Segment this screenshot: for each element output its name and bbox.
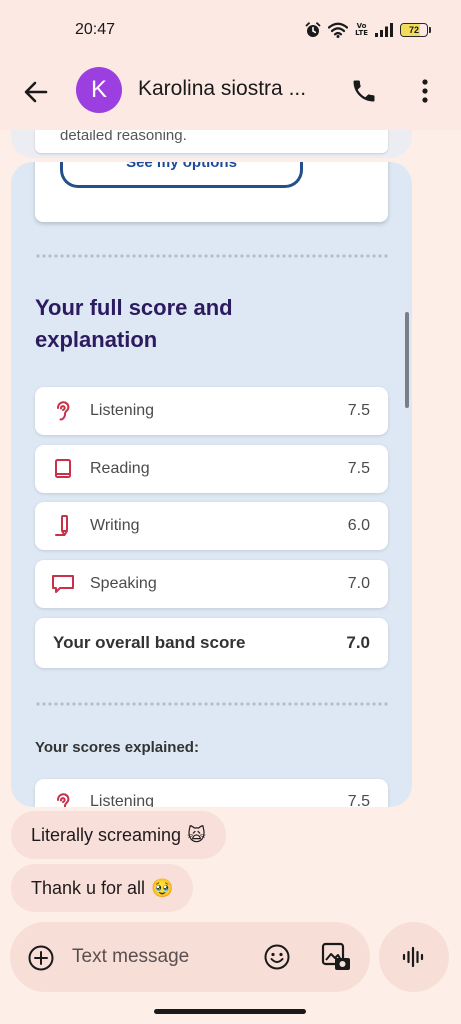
battery-tip [429, 27, 431, 33]
message-emoji: 🙀 [187, 824, 206, 846]
score-label: Reading [90, 460, 150, 477]
compose-bar: Text message [10, 922, 370, 992]
previous-text: detailed reasoning. [60, 130, 187, 144]
score-value: 7.0 [347, 575, 370, 592]
avatar-letter: K [90, 76, 107, 103]
signal-icon [375, 23, 393, 37]
dotted-divider [35, 254, 388, 258]
score-label: Speaking [90, 575, 157, 592]
book-icon [55, 459, 71, 478]
score-value: 7.5 [347, 793, 370, 807]
previous-image-message[interactable]: detailed reasoning. [11, 130, 412, 158]
image-message[interactable]: See my options Your full score and expla… [11, 162, 412, 807]
overall-value: 7.0 [346, 633, 370, 652]
score-row-writing: Writing 6.0 [35, 502, 388, 550]
section-title: Your full score and explanation [35, 295, 233, 352]
message-text: Literally screaming [31, 824, 182, 845]
see-options-button: See my options [60, 162, 303, 188]
status-icons: Vo LTE 72 [305, 20, 431, 40]
wifi-icon [328, 22, 349, 38]
overall-label: Your overall band score [53, 633, 246, 652]
score-row-speaking: Speaking 7.0 [35, 560, 388, 608]
message-emoji: 🥹 [151, 877, 174, 899]
back-arrow-icon[interactable] [22, 78, 50, 106]
score-label: Listening [90, 793, 155, 807]
phone-icon[interactable] [350, 77, 378, 105]
score-value: 6.0 [347, 517, 370, 534]
message-bubble[interactable]: Thank u for all 🥹 [11, 864, 194, 912]
speech-bubble-icon [52, 575, 74, 593]
previous-card: detailed reasoning. [35, 130, 388, 153]
battery-level: 72 [408, 25, 419, 35]
volte-icon: Vo LTE [355, 22, 368, 37]
message-input[interactable]: Text message [72, 946, 189, 968]
scrollbar [405, 312, 409, 408]
add-circle-icon[interactable] [27, 944, 55, 972]
avatar[interactable]: K [76, 67, 122, 113]
score-row-reading: Reading 7.5 [35, 445, 388, 493]
navigation-handle[interactable] [154, 1009, 306, 1014]
status-time: 20:47 [75, 21, 116, 38]
overall-score-row: Your overall band score 7.0 [35, 618, 388, 668]
contact-name[interactable]: Karolina siostra ... [138, 77, 306, 101]
voice-message-button[interactable] [379, 922, 449, 992]
message-bubble[interactable]: Literally screaming 🙀 [11, 811, 226, 859]
voice-waveform-icon [402, 946, 424, 968]
options-card: See my options [35, 162, 388, 222]
dotted-divider [35, 702, 388, 706]
gallery-icon[interactable] [320, 941, 352, 973]
more-vert-icon[interactable] [414, 78, 436, 104]
message-text: Thank u for all [31, 877, 146, 898]
status-bar: 20:47 Vo LTE 72 [0, 0, 461, 58]
emoji-icon[interactable] [263, 943, 291, 971]
battery-icon: 72 [400, 23, 428, 37]
pen-icon [55, 515, 68, 536]
score-row-listening-explained: Listening 7.5 [35, 779, 388, 807]
score-value: 7.5 [347, 460, 370, 477]
score-label: Listening [90, 402, 155, 419]
score-value: 7.5 [347, 402, 370, 419]
see-options-label: See my options [126, 162, 237, 171]
score-label: Writing [90, 517, 140, 534]
ear-icon [57, 401, 70, 421]
score-row-listening: Listening 7.5 [35, 387, 388, 435]
scores-explained-heading: Your scores explained: [35, 739, 199, 756]
ear-icon [57, 793, 70, 807]
alarm-icon [305, 22, 321, 37]
